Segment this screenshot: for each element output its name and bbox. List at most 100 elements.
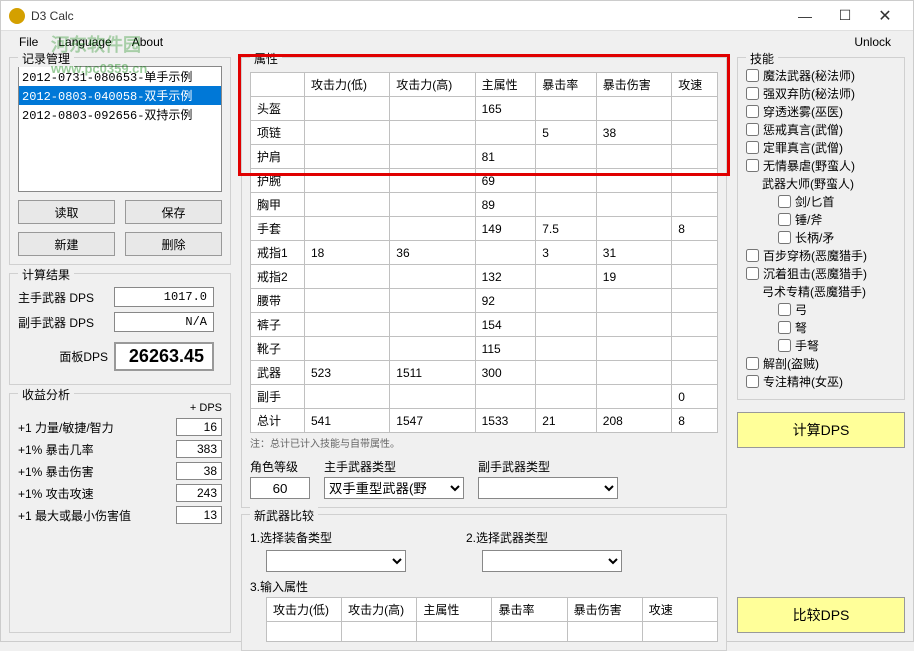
attr-cell[interactable] [305, 313, 390, 337]
new-button[interactable]: 新建 [18, 232, 115, 256]
skill-checkbox[interactable] [746, 267, 759, 280]
delete-button[interactable]: 删除 [125, 232, 222, 256]
attr-cell[interactable] [390, 289, 475, 313]
skill-checkbox[interactable] [746, 87, 759, 100]
attr-cell[interactable] [305, 145, 390, 169]
new-cell[interactable] [492, 622, 567, 642]
attr-cell[interactable]: 149 [475, 217, 536, 241]
maximize-button[interactable]: ☐ [825, 2, 865, 30]
attr-cell[interactable]: 1547 [390, 409, 475, 433]
attr-cell[interactable] [536, 145, 597, 169]
attr-cell[interactable]: 19 [596, 265, 671, 289]
attr-cell[interactable] [390, 265, 475, 289]
close-button[interactable]: ✕ [865, 2, 905, 30]
attr-cell[interactable] [672, 145, 718, 169]
attr-cell[interactable] [672, 265, 718, 289]
attr-cell[interactable] [305, 169, 390, 193]
attr-cell[interactable] [596, 313, 671, 337]
skill-checkbox[interactable] [746, 159, 759, 172]
attr-cell[interactable] [390, 337, 475, 361]
attr-cell[interactable] [390, 385, 475, 409]
skill-checkbox[interactable] [778, 213, 791, 226]
attr-cell[interactable] [672, 193, 718, 217]
off-type-select[interactable] [478, 477, 618, 499]
attr-cell[interactable]: 92 [475, 289, 536, 313]
attr-cell[interactable] [390, 169, 475, 193]
attr-cell[interactable]: 69 [475, 169, 536, 193]
list-item[interactable]: 2012-0731-080653-单手示例 [19, 67, 221, 86]
compare-dps-button[interactable]: 比较DPS [737, 597, 905, 633]
skill-checkbox[interactable] [778, 339, 791, 352]
attr-cell[interactable]: 36 [390, 241, 475, 265]
skill-checkbox[interactable] [778, 231, 791, 244]
menu-unlock[interactable]: Unlock [844, 33, 901, 51]
attr-cell[interactable] [672, 121, 718, 145]
attr-cell[interactable] [672, 289, 718, 313]
attr-cell[interactable] [305, 217, 390, 241]
attr-cell[interactable] [672, 97, 718, 121]
attr-cell[interactable] [305, 193, 390, 217]
attr-cell[interactable]: 18 [305, 241, 390, 265]
skill-checkbox[interactable] [746, 123, 759, 136]
attr-cell[interactable]: 21 [536, 409, 597, 433]
attr-cell[interactable]: 154 [475, 313, 536, 337]
attr-cell[interactable] [596, 145, 671, 169]
attr-cell[interactable]: 7.5 [536, 217, 597, 241]
attr-cell[interactable]: 8 [672, 409, 718, 433]
attr-cell[interactable] [536, 97, 597, 121]
attr-cell[interactable] [305, 97, 390, 121]
attr-cell[interactable] [390, 193, 475, 217]
attr-cell[interactable] [596, 217, 671, 241]
attr-cell[interactable] [536, 361, 597, 385]
attr-cell[interactable] [305, 289, 390, 313]
skill-checkbox[interactable] [778, 303, 791, 316]
records-listbox[interactable]: 2012-0731-080653-单手示例2012-0803-040058-双手… [18, 66, 222, 192]
attr-cell[interactable] [536, 193, 597, 217]
attr-cell[interactable] [672, 313, 718, 337]
attr-cell[interactable] [390, 145, 475, 169]
attr-cell[interactable] [672, 169, 718, 193]
attr-cell[interactable] [305, 121, 390, 145]
skill-checkbox[interactable] [746, 69, 759, 82]
calc-dps-button[interactable]: 计算DPS [737, 412, 905, 448]
attr-cell[interactable] [390, 121, 475, 145]
attr-cell[interactable] [596, 97, 671, 121]
attr-cell[interactable] [536, 385, 597, 409]
skill-checkbox[interactable] [746, 357, 759, 370]
attr-cell[interactable] [596, 337, 671, 361]
skill-checkbox[interactable] [778, 195, 791, 208]
attr-cell[interactable] [475, 385, 536, 409]
attr-cell[interactable]: 115 [475, 337, 536, 361]
new-cell[interactable] [267, 622, 342, 642]
list-item[interactable]: 2012-0803-040058-双手示例 [19, 86, 221, 105]
level-input[interactable] [250, 477, 310, 499]
attr-cell[interactable]: 165 [475, 97, 536, 121]
skill-checkbox[interactable] [746, 141, 759, 154]
attr-cell[interactable] [536, 313, 597, 337]
attr-cell[interactable]: 89 [475, 193, 536, 217]
attr-cell[interactable]: 523 [305, 361, 390, 385]
new-cell[interactable] [642, 622, 717, 642]
attr-cell[interactable] [672, 241, 718, 265]
attr-cell[interactable] [305, 337, 390, 361]
attr-cell[interactable] [390, 313, 475, 337]
weapon-type-select[interactable] [482, 550, 622, 572]
attr-cell[interactable] [536, 289, 597, 313]
menu-about[interactable]: About [122, 33, 173, 51]
menu-language[interactable]: Language [48, 33, 121, 51]
attr-cell[interactable] [536, 265, 597, 289]
attr-cell[interactable] [596, 193, 671, 217]
read-button[interactable]: 读取 [18, 200, 115, 224]
attr-cell[interactable] [475, 121, 536, 145]
attr-cell[interactable] [596, 169, 671, 193]
attr-cell[interactable] [536, 337, 597, 361]
attr-cell[interactable]: 300 [475, 361, 536, 385]
attr-cell[interactable]: 1511 [390, 361, 475, 385]
save-button[interactable]: 保存 [125, 200, 222, 224]
attr-cell[interactable] [536, 169, 597, 193]
attr-cell[interactable]: 8 [672, 217, 718, 241]
attr-cell[interactable]: 132 [475, 265, 536, 289]
attr-cell[interactable]: 208 [596, 409, 671, 433]
attr-cell[interactable]: 3 [536, 241, 597, 265]
attr-cell[interactable] [672, 361, 718, 385]
